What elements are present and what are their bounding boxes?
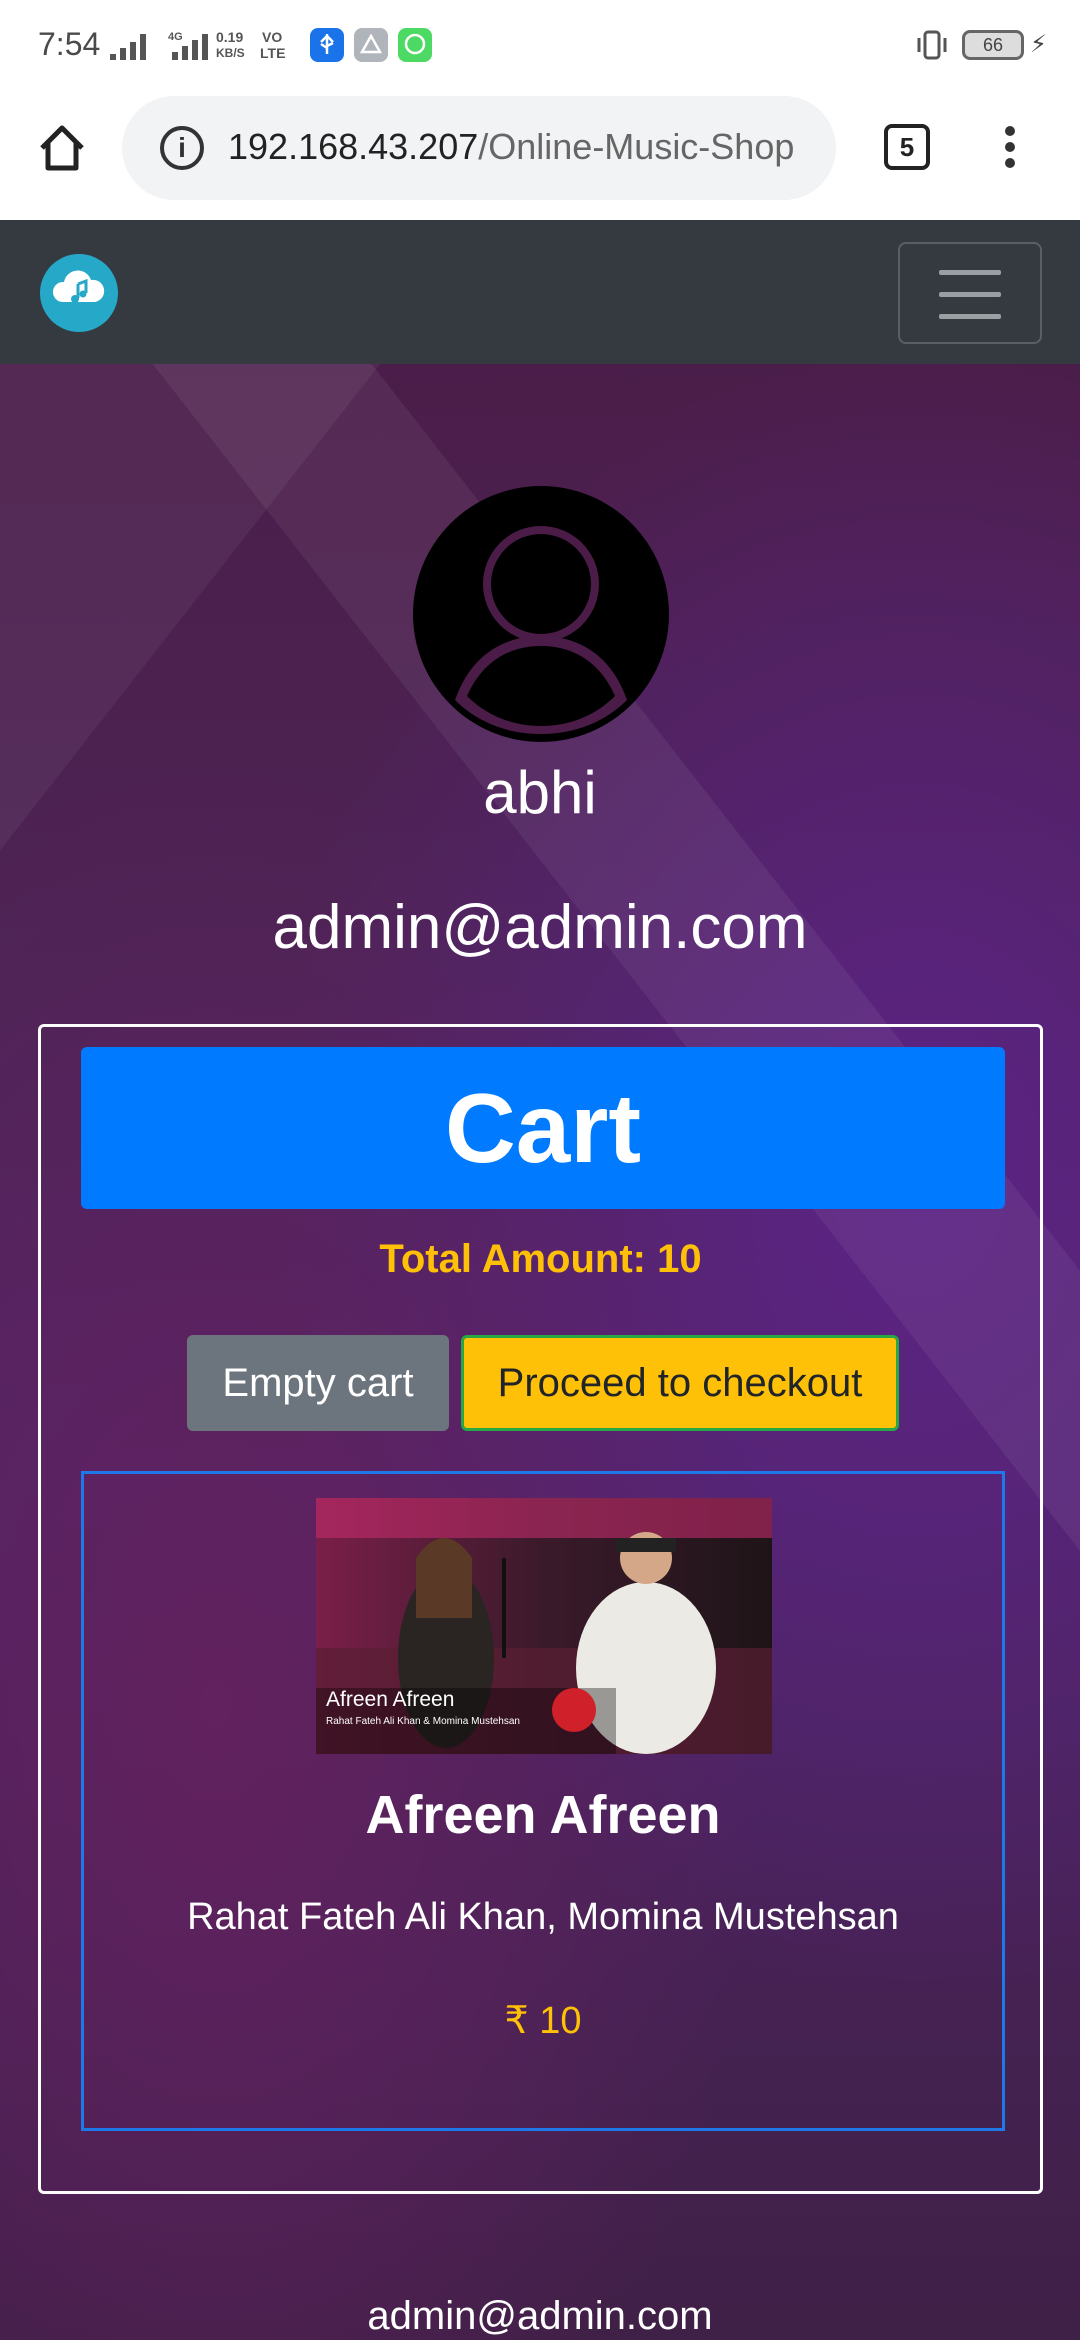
home-icon[interactable]	[34, 120, 90, 176]
status-bar: 7:54 4G 0.19 KB/S VO LTE 66 ⚡	[0, 0, 1080, 90]
url-text[interactable]: 192.168.43.207/Online-Music-Shop	[228, 126, 794, 168]
more-vert-icon[interactable]	[998, 126, 1022, 174]
signal-2-icon	[172, 30, 208, 60]
drive-icon	[354, 28, 388, 62]
browser-toolbar: i 192.168.43.207/Online-Music-Shop 5	[0, 90, 1080, 220]
footer-email: admin@admin.com	[367, 2294, 713, 2338]
thumb-subcaption: Rahat Fateh Ali Khan & Momina Mustehsan	[326, 1716, 520, 1727]
user-avatar-icon	[413, 486, 669, 742]
url-host: 192.168.43.207	[228, 126, 479, 167]
song-thumbnail[interactable]: Afreen Afreen Rahat Fateh Ali Khan & Mom…	[316, 1498, 772, 1754]
speed-unit: KB/S	[216, 46, 245, 60]
volte-bottom: LTE	[260, 45, 286, 61]
page-content: abhi admin@admin.com Cart Total Amount: …	[0, 220, 1080, 2340]
usb-icon	[310, 28, 344, 62]
signal-icon	[110, 30, 146, 60]
profile-email: admin@admin.com	[272, 893, 808, 962]
message-icon	[398, 28, 432, 62]
status-time: 7:54	[38, 26, 101, 62]
charging-icon: ⚡	[1030, 31, 1047, 58]
info-icon[interactable]: i	[160, 126, 204, 170]
cart-item: Afreen Afreen Rahat Fateh Ali Khan & Mom…	[81, 1471, 1005, 2131]
song-title: Afreen Afreen	[365, 1785, 721, 1845]
cart-title: Cart	[81, 1047, 1005, 1209]
checkout-button[interactable]: Proceed to checkout	[461, 1335, 899, 1431]
cloud-music-icon[interactable]	[40, 254, 118, 332]
song-artists: Rahat Fateh Ali Khan, Momina Mustehsan	[187, 1896, 899, 1938]
cart-total: Total Amount: 10	[379, 1237, 702, 1281]
battery-icon: 66	[962, 30, 1024, 60]
profile-username: abhi	[483, 759, 597, 826]
cart-panel: Cart Total Amount: 10 Empty cart Proceed…	[38, 1024, 1043, 2194]
navbar	[0, 220, 1080, 364]
volte-top: VO	[262, 29, 283, 45]
thumb-caption: Afreen Afreen	[326, 1688, 455, 1711]
vibrate-icon	[914, 30, 950, 60]
tab-switcher-button[interactable]: 5	[884, 124, 930, 170]
speed-value: 0.19	[216, 29, 244, 45]
hamburger-icon[interactable]	[898, 242, 1042, 344]
song-price: ₹ 10	[504, 2000, 582, 2042]
empty-cart-button[interactable]: Empty cart	[187, 1335, 449, 1431]
url-path: /Online-Music-Shop	[478, 126, 795, 167]
address-bar[interactable]: i 192.168.43.207/Online-Music-Shop	[122, 96, 836, 200]
